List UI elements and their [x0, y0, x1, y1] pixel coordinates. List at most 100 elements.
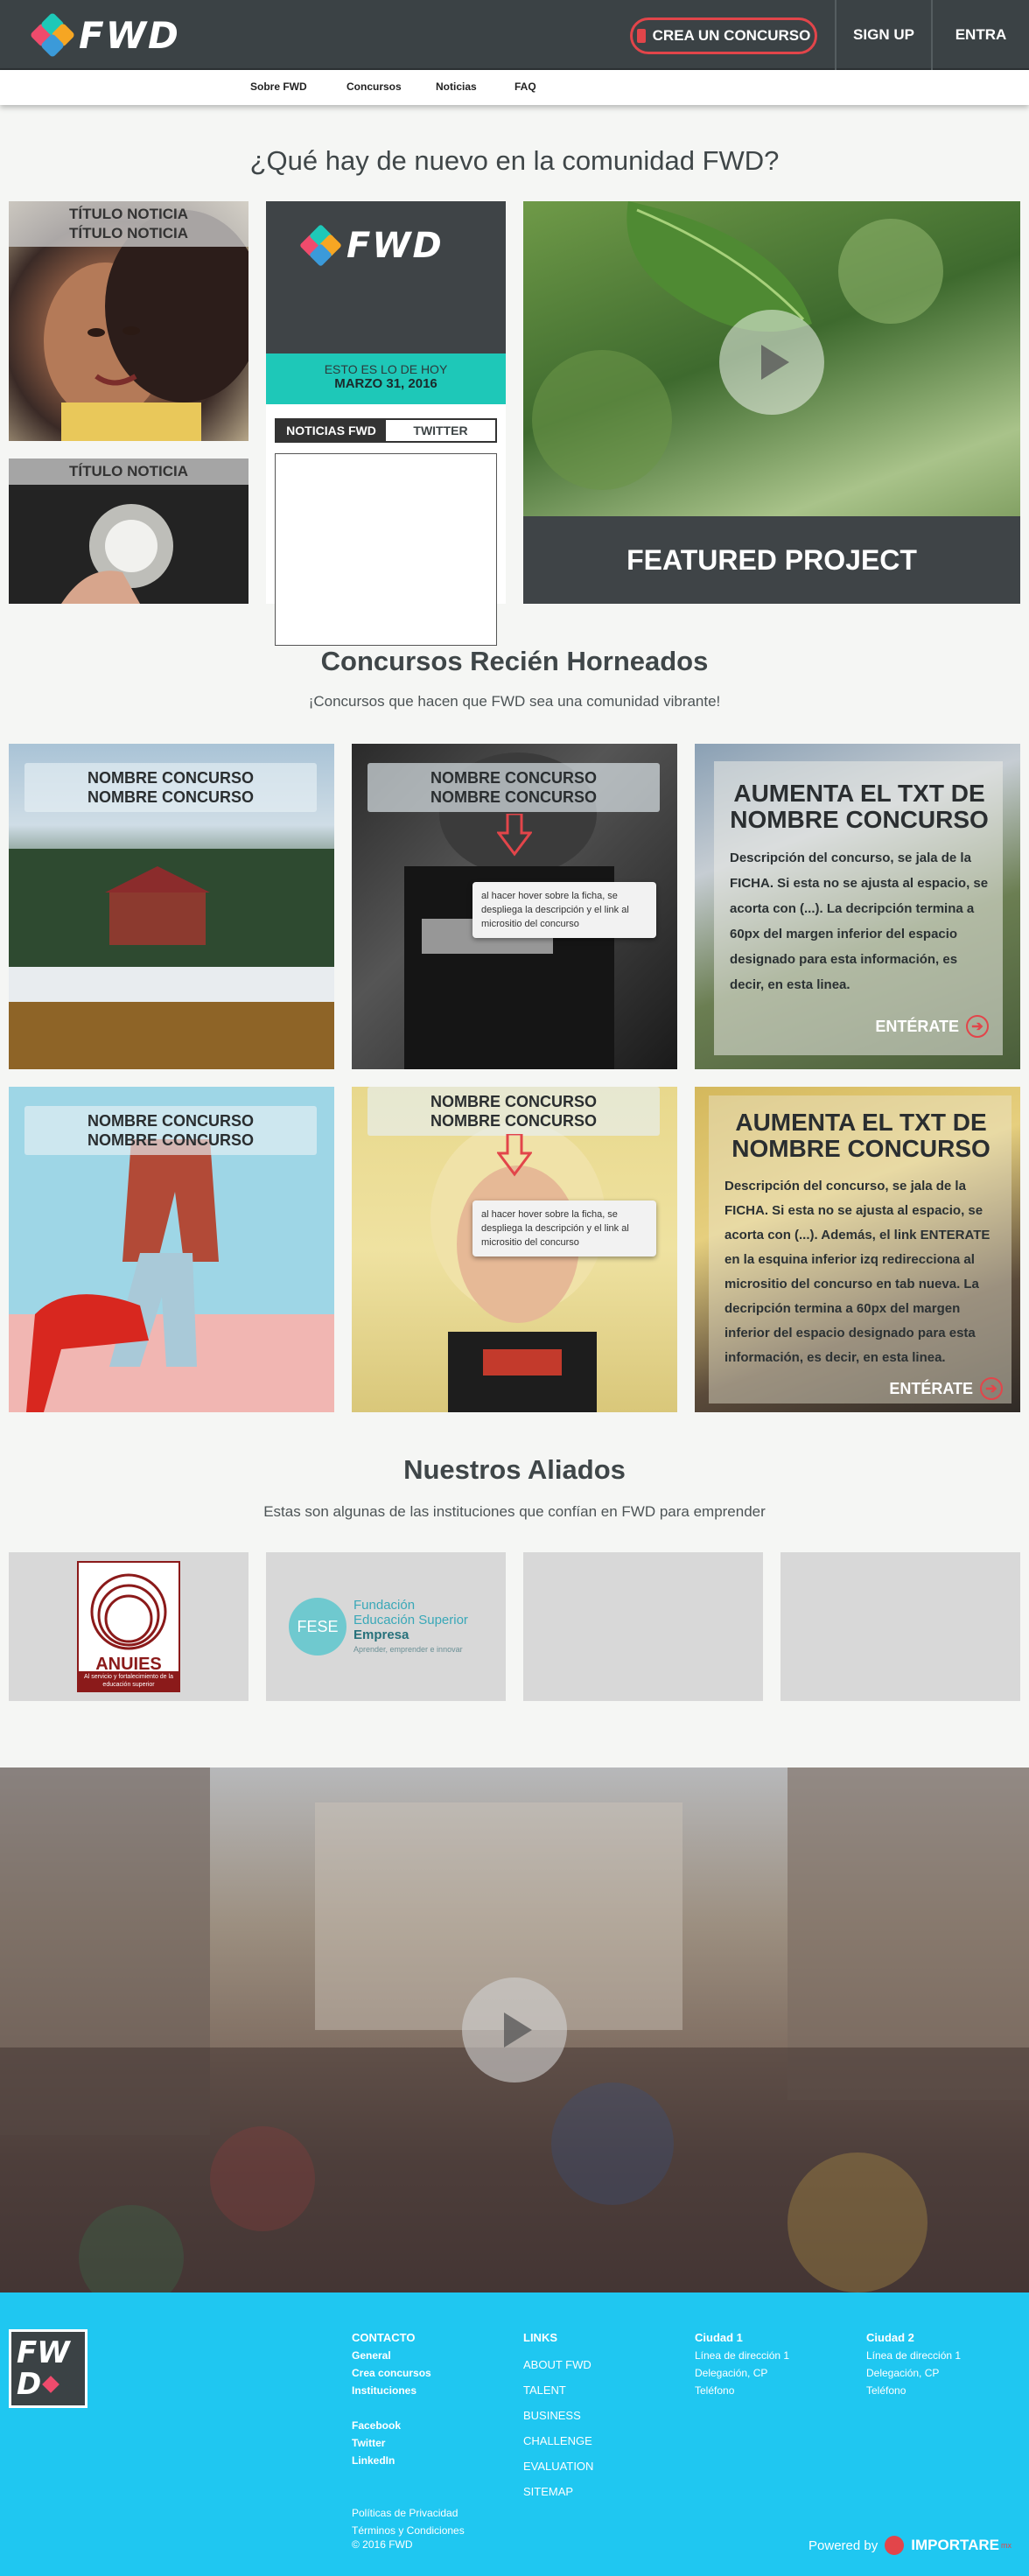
contest-card-2-name-line1: NOMBRE CONCURSO: [430, 769, 597, 787]
contest-card-1-name-line1: NOMBRE CONCURSO: [87, 769, 254, 787]
footer-link-challenge[interactable]: CHALLENGE: [523, 2428, 593, 2454]
news-card-2[interactable]: TÍTULO NOTICIA: [9, 458, 248, 604]
sub-navigation: Sobre FWD Concursos Noticias FAQ: [0, 70, 1029, 105]
footer-twitter[interactable]: Twitter: [352, 2434, 465, 2452]
news-section-title: ¿Qué hay de nuevo en la comunidad FWD?: [249, 145, 780, 176]
fwd-panel-logo-text: FWD: [346, 226, 444, 266]
powered-by[interactable]: Powered by IMPORTARE mx: [808, 2536, 1012, 2555]
contest-card-3-enterate-link[interactable]: ENTÉRATE ➔: [875, 1015, 989, 1038]
contest-card-6-expanded: AUMENTA EL TXT DE NOMBRE CONCURSO Descri…: [709, 1096, 1012, 1404]
arrow-down-icon: [497, 814, 532, 857]
contest-card-1-name: NOMBRE CONCURSO NOMBRE CONCURSO: [24, 763, 317, 812]
fese-wordmark: Fundación Educación Superior Empresa Apr…: [354, 1598, 468, 1657]
contest-card-2-hover-tip: al hacer hover sobre la ficha, se despli…: [472, 882, 656, 938]
fwd-logo-icon: [29, 11, 76, 59]
contest-card-1[interactable]: NOMBRE CONCURSO NOMBRE CONCURSO: [9, 744, 334, 1069]
play-icon: [504, 2012, 532, 2048]
create-contest-label: CREA UN CONCURSO: [652, 27, 811, 44]
contest-card-4-name-line1: NOMBRE CONCURSO: [87, 1112, 254, 1130]
partner-slot-4[interactable]: [780, 1552, 1020, 1701]
footer-contact-title: CONTACTO: [352, 2331, 416, 2344]
news-card-1[interactable]: TÍTULO NOTICIA TÍTULO NOTICIA: [9, 201, 248, 441]
footer-link-evaluation[interactable]: EVALUATION: [523, 2454, 593, 2479]
subnav-news[interactable]: Noticias: [436, 80, 477, 93]
news-card-1-title-line1: TÍTULO NOTICIA: [69, 206, 188, 222]
footer-city2-cp: Delegación, CP: [866, 2367, 940, 2379]
footer-logo-letter: D: [17, 2367, 42, 2402]
contest-card-3-description: Descripción del concurso, se jala de la …: [730, 850, 989, 992]
crowd-video-play-button[interactable]: [462, 1978, 567, 2082]
contest-card-5-name-line2: NOMBRE CONCURSO: [430, 1112, 597, 1130]
contest-card-3[interactable]: AUMENTA EL TXT DE NOMBRE CONCURSO Descri…: [695, 744, 1020, 1069]
tab-twitter[interactable]: TWITTER: [386, 420, 495, 441]
contest-card-3-title: AUMENTA EL TXT DE NOMBRE CONCURSO: [730, 780, 989, 833]
arrow-right-icon: ➔: [966, 1015, 989, 1038]
footer-linkedin[interactable]: LinkedIn: [352, 2452, 465, 2469]
contest-card-4-name-line2: NOMBRE CONCURSO: [87, 1131, 254, 1149]
anuies-rings-icon: [90, 1573, 167, 1650]
today-date: MARZO 31, 2016: [334, 376, 438, 391]
fese-badge: FESE: [289, 1598, 346, 1656]
contest-card-6[interactable]: AUMENTA EL TXT DE NOMBRE CONCURSO Descri…: [695, 1087, 1020, 1412]
fwd-panel-logo-icon: [299, 224, 342, 267]
fese-line4: Aprender, emprender e innovar: [354, 1645, 463, 1654]
footer-contact-create[interactable]: Crea concursos: [352, 2364, 465, 2382]
news-card-1-title-line2: TÍTULO NOTICIA: [69, 225, 188, 242]
contest-card-2-name-line2: NOMBRE CONCURSO: [430, 788, 597, 806]
footer-link-about[interactable]: ABOUT FWD: [523, 2352, 593, 2377]
fwd-today-panel: FWD ESTO ES LO DE HOY MARZO 31, 2016 NOT…: [266, 201, 506, 646]
importare-name: IMPORTARE: [911, 2537, 999, 2553]
create-contest-button[interactable]: CREA UN CONCURSO: [630, 18, 817, 54]
tab-fwd-news[interactable]: NOTICIAS FWD: [276, 420, 386, 441]
featured-project-label: FEATURED PROJECT: [523, 516, 1020, 604]
top-navbar: FWD CREA UN CONCURSO SIGN UP ENTRA: [0, 0, 1029, 70]
footer-logo[interactable]: FW D: [9, 2329, 88, 2408]
footer-logo-bottom: D: [17, 2369, 80, 2400]
contest-card-6-title: AUMENTA EL TXT DE NOMBRE CONCURSO: [732, 1109, 990, 1162]
fese-line1: Fundación: [354, 1598, 416, 1613]
contest-card-2-name: NOMBRE CONCURSO NOMBRE CONCURSO: [368, 763, 660, 812]
fwd-panel-logo: FWD: [299, 224, 444, 267]
login-button[interactable]: ENTRA: [931, 0, 1029, 70]
contest-card-6-enterate-link[interactable]: ENTÉRATE ➔: [889, 1377, 1003, 1400]
enterate-label: ENTÉRATE: [875, 1017, 959, 1035]
footer-contact-general[interactable]: General: [352, 2347, 465, 2364]
contest-card-2[interactable]: NOMBRE CONCURSO NOMBRE CONCURSO al hacer…: [352, 744, 677, 1069]
footer-city1-column: Ciudad 1 Línea de dirección 1 Delegación…: [695, 2329, 789, 2399]
subnav-about[interactable]: Sobre FWD: [250, 80, 307, 93]
partner-slot-3[interactable]: [523, 1552, 763, 1701]
fwd-logo[interactable]: FWD: [29, 11, 180, 59]
footer-privacy[interactable]: Políticas de Privacidad: [352, 2504, 465, 2522]
contest-card-5-name-line1: NOMBRE CONCURSO: [430, 1093, 597, 1110]
featured-project-card[interactable]: FEATURED PROJECT: [523, 201, 1020, 604]
news-feed-box[interactable]: [275, 453, 497, 646]
footer-city1-phone: Teléfono: [695, 2384, 735, 2397]
crowd-video-banner[interactable]: [0, 1768, 1029, 2292]
arrow-down-icon: [497, 1134, 532, 1177]
footer-facebook[interactable]: Facebook: [352, 2417, 465, 2434]
contest-card-4[interactable]: NOMBRE CONCURSO NOMBRE CONCURSO: [9, 1087, 334, 1412]
footer-city1-cp: Delegación, CP: [695, 2367, 768, 2379]
partner-anuies[interactable]: ANUIES Al servicio y fortalecimiento de …: [9, 1552, 248, 1701]
contest-card-4-name: NOMBRE CONCURSO NOMBRE CONCURSO: [24, 1106, 317, 1155]
subnav-faq[interactable]: FAQ: [514, 80, 536, 93]
featured-play-button[interactable]: [719, 310, 824, 415]
contest-card-6-description: Descripción del concurso, se jala de la …: [724, 1179, 990, 1365]
footer-contact-institutions[interactable]: Instituciones: [352, 2382, 465, 2399]
arrow-right-icon: ➔: [980, 1377, 1003, 1400]
signup-button[interactable]: SIGN UP: [835, 0, 931, 70]
flag-icon: [636, 29, 646, 43]
contest-card-3-expanded: AUMENTA EL TXT DE NOMBRE CONCURSO Descri…: [714, 761, 1003, 1055]
enterate-label: ENTÉRATE: [889, 1379, 973, 1397]
footer-link-business[interactable]: BUSINESS: [523, 2403, 593, 2428]
subnav-contests[interactable]: Concursos: [346, 80, 402, 93]
footer-link-sitemap[interactable]: SITEMAP: [523, 2479, 593, 2504]
footer-links-column: LINKS ABOUT FWD TALENT BUSINESS CHALLENG…: [523, 2329, 593, 2504]
anuies-tagline: Al servicio y fortalecimiento de la educ…: [79, 1671, 178, 1690]
news-card-2-title: TÍTULO NOTICIA: [9, 458, 248, 485]
partner-fese[interactable]: FESE Fundación Educación Superior Empres…: [266, 1552, 506, 1701]
footer-contact-column: CONTACTO General Crea concursos Instituc…: [352, 2329, 465, 2553]
contest-card-5[interactable]: NOMBRE CONCURSO NOMBRE CONCURSO al hacer…: [352, 1087, 677, 1412]
footer-link-talent[interactable]: TALENT: [523, 2377, 593, 2403]
fwd-panel-header: FWD: [266, 201, 506, 354]
